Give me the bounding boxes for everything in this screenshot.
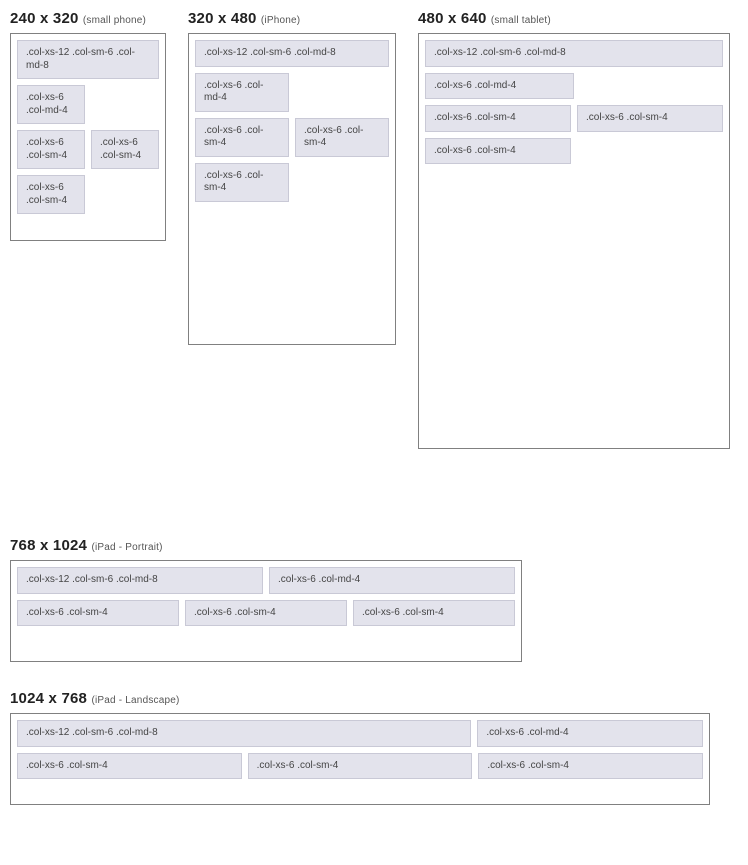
frame-240x320: .col-xs-12 .col-sm-6 .col-md-8 .col-xs-6… bbox=[10, 33, 166, 241]
cell: .col-xs-6 .col-md-4 bbox=[425, 73, 574, 100]
frame-768x1024: .col-xs-12 .col-sm-6 .col-md-8 .col-xs-6… bbox=[10, 560, 522, 662]
frame-480x640: .col-xs-12 .col-sm-6 .col-md-8 .col-xs-6… bbox=[418, 33, 730, 449]
cell: .col-xs-6 .col-md-4 bbox=[195, 73, 289, 112]
frame-1024x768: .col-xs-12 .col-sm-6 .col-md-8 .col-xs-6… bbox=[10, 713, 710, 805]
breakpoint-320x480: 320 x 480 (iPhone) .col-xs-12 .col-sm-6 … bbox=[188, 10, 396, 345]
breakpoint-768x1024: 768 x 1024 (iPad - Portrait) .col-xs-12 … bbox=[10, 537, 738, 662]
label: (iPad - Portrait) bbox=[91, 542, 162, 553]
cell: .col-xs-6 .col-sm-4 bbox=[295, 118, 389, 157]
cell: .col-xs-6 .col-md-4 bbox=[269, 567, 515, 594]
cell: .col-xs-6 .col-md-4 bbox=[477, 720, 703, 747]
frame-320x480: .col-xs-12 .col-sm-6 .col-md-8 .col-xs-6… bbox=[188, 33, 396, 345]
dims: 1024 x 768 bbox=[10, 690, 87, 707]
cell: .col-xs-12 .col-sm-6 .col-md-8 bbox=[17, 40, 159, 79]
dims: 768 x 1024 bbox=[10, 537, 87, 554]
cell: .col-xs-6 .col-sm-4 bbox=[91, 130, 159, 169]
heading-320x480: 320 x 480 (iPhone) bbox=[188, 10, 396, 27]
dims: 240 x 320 bbox=[10, 10, 79, 27]
cell: .col-xs-6 .col-sm-4 bbox=[185, 600, 347, 627]
heading-480x640: 480 x 640 (small tablet) bbox=[418, 10, 730, 27]
cell: .col-xs-6 .col-sm-4 bbox=[425, 105, 571, 132]
cell: .col-xs-12 .col-sm-6 .col-md-8 bbox=[17, 720, 471, 747]
heading-768x1024: 768 x 1024 (iPad - Portrait) bbox=[10, 537, 738, 554]
heading-240x320: 240 x 320 (small phone) bbox=[10, 10, 166, 27]
label: (small tablet) bbox=[491, 15, 551, 26]
cell: .col-xs-6 .col-sm-4 bbox=[353, 600, 515, 627]
breakpoint-1024x768: 1024 x 768 (iPad - Landscape) .col-xs-12… bbox=[10, 690, 738, 805]
cell: .col-xs-6 .col-sm-4 bbox=[17, 753, 242, 780]
label: (small phone) bbox=[83, 15, 146, 26]
cell: .col-xs-6 .col-sm-4 bbox=[577, 105, 723, 132]
cell: .col-xs-6 .col-sm-4 bbox=[17, 175, 85, 214]
cell: .col-xs-6 .col-sm-4 bbox=[195, 118, 289, 157]
cell: .col-xs-12 .col-sm-6 .col-md-8 bbox=[17, 567, 263, 594]
breakpoint-240x320: 240 x 320 (small phone) .col-xs-12 .col-… bbox=[10, 10, 166, 241]
dims: 320 x 480 bbox=[188, 10, 257, 27]
cell: .col-xs-6 .col-sm-4 bbox=[17, 600, 179, 627]
cell: .col-xs-6 .col-sm-4 bbox=[17, 130, 85, 169]
cell: .col-xs-6 .col-md-4 bbox=[17, 85, 85, 124]
label: (iPad - Landscape) bbox=[91, 695, 179, 706]
cell: .col-xs-6 .col-sm-4 bbox=[248, 753, 473, 780]
cell: .col-xs-12 .col-sm-6 .col-md-8 bbox=[425, 40, 723, 67]
heading-1024x768: 1024 x 768 (iPad - Landscape) bbox=[10, 690, 738, 707]
cell: .col-xs-6 .col-sm-4 bbox=[425, 138, 571, 165]
breakpoint-480x640: 480 x 640 (small tablet) .col-xs-12 .col… bbox=[418, 10, 730, 449]
cell: .col-xs-6 .col-sm-4 bbox=[478, 753, 703, 780]
cell: .col-xs-6 .col-sm-4 bbox=[195, 163, 289, 202]
dims: 480 x 640 bbox=[418, 10, 487, 27]
cell: .col-xs-12 .col-sm-6 .col-md-8 bbox=[195, 40, 389, 67]
label: (iPhone) bbox=[261, 15, 300, 26]
